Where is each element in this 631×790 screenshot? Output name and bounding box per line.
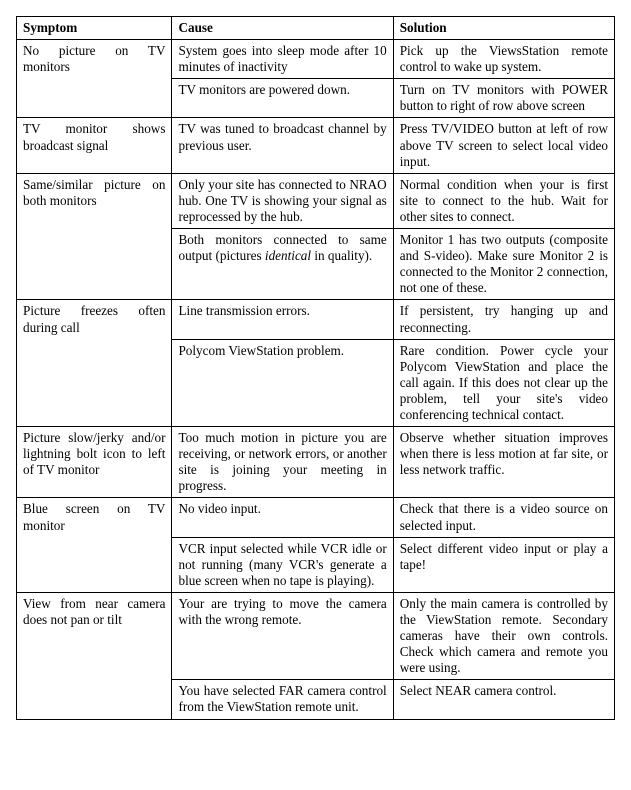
solution-cell: Rare condition. Power cycle your Polycom… bbox=[393, 339, 614, 426]
table-row: Blue screen on TV monitorNo video input.… bbox=[17, 498, 615, 537]
table-row: View from near camera does not pan or ti… bbox=[17, 592, 615, 679]
solution-cell: Check that there is a video source on se… bbox=[393, 498, 614, 537]
header-symptom: Symptom bbox=[17, 17, 172, 40]
symptom-cell: Same/similar picture on both monitors bbox=[17, 173, 172, 300]
symptom-cell: TV monitor shows broadcast signal bbox=[17, 118, 172, 173]
table-row: TV monitor shows broadcast signalTV was … bbox=[17, 118, 615, 173]
solution-cell: Normal condition when your is first site… bbox=[393, 173, 614, 228]
symptom-cell: Blue screen on TV monitor bbox=[17, 498, 172, 592]
cause-cell: System goes into sleep mode after 10 min… bbox=[172, 40, 393, 79]
solution-cell: If persistent, try hanging up and reconn… bbox=[393, 300, 614, 339]
table-row: No picture on TV monitorsSystem goes int… bbox=[17, 40, 615, 79]
solution-cell: Select different video input or play a t… bbox=[393, 537, 614, 592]
symptom-cell: View from near camera does not pan or ti… bbox=[17, 592, 172, 719]
header-cause: Cause bbox=[172, 17, 393, 40]
table-row: Picture freezes often during callLine tr… bbox=[17, 300, 615, 339]
table-header-row: Symptom Cause Solution bbox=[17, 17, 615, 40]
header-solution: Solution bbox=[393, 17, 614, 40]
cause-cell: TV was tuned to broadcast channel by pre… bbox=[172, 118, 393, 173]
solution-cell: Select NEAR camera control. bbox=[393, 680, 614, 719]
cause-cell: Line transmission errors. bbox=[172, 300, 393, 339]
cause-cell: VCR input selected while VCR idle or not… bbox=[172, 537, 393, 592]
cause-cell: No video input. bbox=[172, 498, 393, 537]
solution-cell: Pick up the ViewsStation remote control … bbox=[393, 40, 614, 79]
symptom-cell: Picture freezes often during call bbox=[17, 300, 172, 427]
solution-cell: Turn on TV monitors with POWER button to… bbox=[393, 79, 614, 118]
cause-cell: Only your site has connected to NRAO hub… bbox=[172, 173, 393, 228]
symptom-cell: Picture slow/jerky and/or lightning bolt… bbox=[17, 427, 172, 498]
cause-cell: Your are trying to move the camera with … bbox=[172, 592, 393, 679]
cause-cell: Too much motion in picture you are recei… bbox=[172, 427, 393, 498]
cause-cell: Both monitors connected to same output (… bbox=[172, 229, 393, 300]
solution-cell: Press TV/VIDEO button at left of row abo… bbox=[393, 118, 614, 173]
table-row: Picture slow/jerky and/or lightning bolt… bbox=[17, 427, 615, 498]
table-row: Same/similar picture on both monitorsOnl… bbox=[17, 173, 615, 228]
troubleshooting-table: Symptom Cause Solution No picture on TV … bbox=[16, 16, 615, 720]
solution-cell: Monitor 1 has two outputs (composite and… bbox=[393, 229, 614, 300]
cause-cell: You have selected FAR camera control fro… bbox=[172, 680, 393, 719]
solution-cell: Only the main camera is controlled by th… bbox=[393, 592, 614, 679]
cause-cell: Polycom ViewStation problem. bbox=[172, 339, 393, 426]
symptom-cell: No picture on TV monitors bbox=[17, 40, 172, 118]
cause-cell: TV monitors are powered down. bbox=[172, 79, 393, 118]
solution-cell: Observe whether situation improves when … bbox=[393, 427, 614, 498]
